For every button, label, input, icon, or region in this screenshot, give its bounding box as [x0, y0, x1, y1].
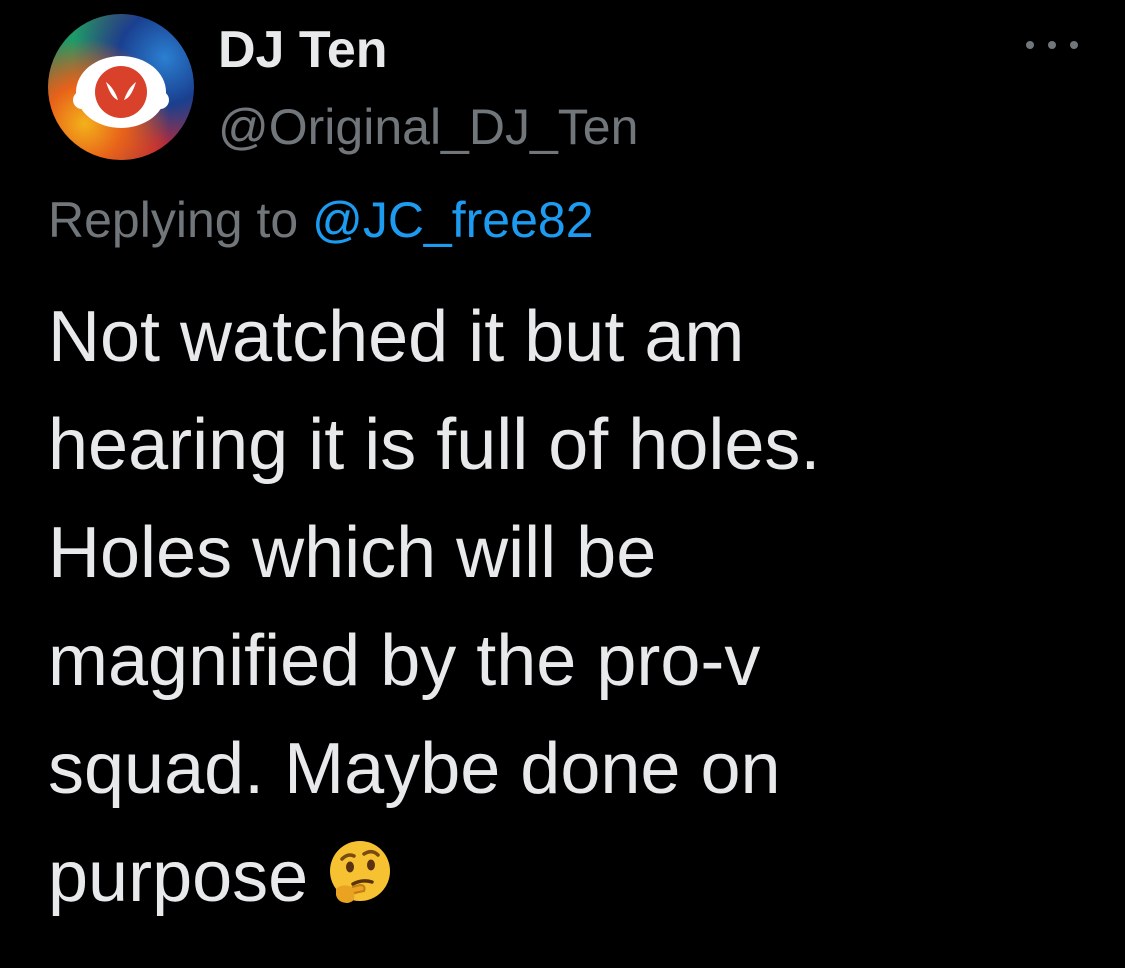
- tweet: DJ Ten @Original_DJ_Ten Replying to @JC_…: [0, 0, 1125, 968]
- replying-to-line: Replying to @JC_free82: [48, 190, 594, 250]
- thinking-face-emoji-icon: [326, 829, 394, 903]
- tweet-body-line: Holes which will be: [48, 513, 657, 593]
- replying-to-label: Replying to: [48, 192, 299, 248]
- more-dot: [1048, 41, 1056, 49]
- more-dot: [1070, 41, 1078, 49]
- tweet-body-line: purpose: [48, 837, 309, 917]
- avatar[interactable]: [48, 14, 194, 160]
- tweet-body-line: magnified by the pro-v: [48, 621, 761, 701]
- tweet-body-line: hearing it is full of holes.: [48, 405, 821, 485]
- more-dot: [1026, 41, 1034, 49]
- display-name[interactable]: DJ Ten: [218, 20, 388, 80]
- orange-alien-face-avatar-icon: [73, 56, 169, 128]
- tweet-body-line: squad. Maybe done on: [48, 729, 781, 809]
- tweet-body-line: Not watched it but am: [48, 297, 745, 377]
- user-handle[interactable]: @Original_DJ_Ten: [218, 97, 638, 157]
- reply-mention-link[interactable]: @JC_free82: [312, 192, 593, 248]
- more-options-icon[interactable]: [1026, 30, 1078, 60]
- tweet-body-last-line: purpose: [48, 823, 1098, 931]
- tweet-body: Not watched it but am hearing it is full…: [48, 283, 1098, 931]
